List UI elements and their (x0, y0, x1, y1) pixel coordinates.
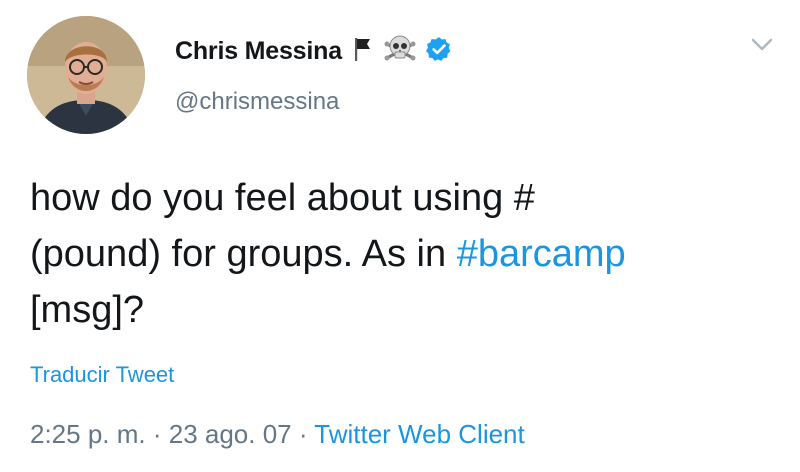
chevron-down-icon[interactable] (751, 38, 773, 52)
hashtag-link[interactable]: #barcamp (457, 233, 626, 275)
translate-tweet-link[interactable]: Traducir Tweet (30, 362, 174, 388)
separator-dot: · (291, 419, 315, 449)
tweet-text-line-3: [msg]? (30, 289, 145, 331)
tweet-metadata: 2:25 p. m. · 23 ago. 07 · Twitter Web Cl… (30, 419, 525, 450)
black-flag-icon (352, 36, 374, 67)
author-handle[interactable]: @chrismessina (175, 88, 339, 116)
tweet-text: how do you feel about using # (pound) fo… (30, 170, 770, 338)
tweet-text-line-1: how do you feel about using # (30, 177, 535, 219)
skull-crossbones-icon (384, 34, 416, 69)
avatar[interactable] (27, 16, 145, 134)
tweet-text-line-2: (pound) for groups. As in #barcamp (30, 226, 770, 282)
author-name[interactable]: Chris Messina (175, 37, 342, 66)
tweet-time[interactable]: 2:25 p. m. (30, 419, 146, 449)
tweet-date[interactable]: 23 ago. 07 (169, 419, 292, 449)
avatar-image (27, 16, 145, 134)
tweet-text-line-2-prefix: (pound) for groups. As in (30, 233, 457, 275)
separator-dot: · (145, 419, 169, 449)
tweet-source-link[interactable]: Twitter Web Client (314, 419, 524, 449)
verified-badge-icon (425, 36, 452, 67)
author-name-row: Chris Messina (175, 33, 452, 69)
